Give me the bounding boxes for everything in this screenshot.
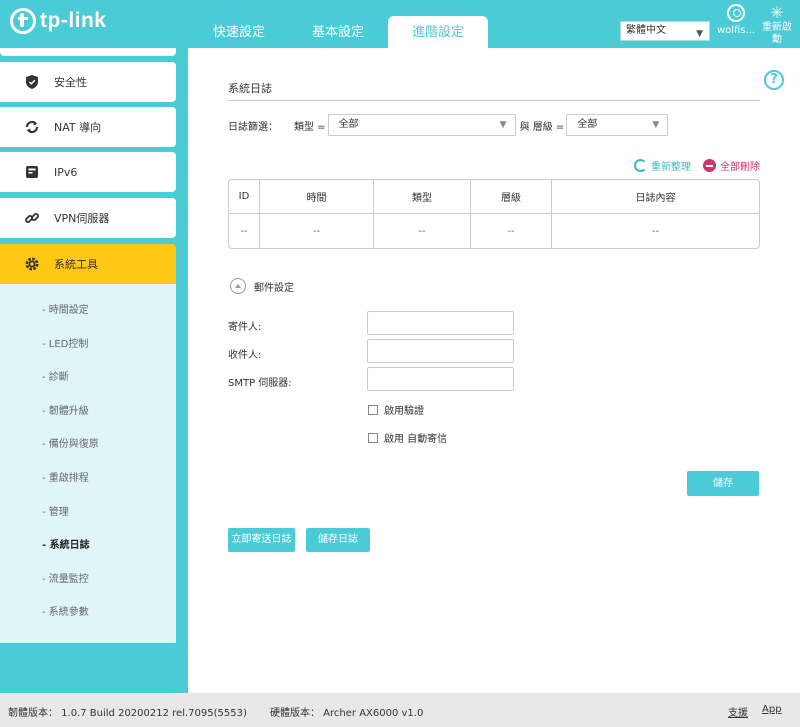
submenu-item-firmware[interactable]: - 韌體升級 (0, 395, 176, 429)
chevron-down-icon: ▼ (652, 120, 660, 130)
send-log-now-button[interactable]: 立即寄送日誌 (228, 528, 295, 552)
help-icon[interactable]: ? (764, 70, 784, 90)
smtp-server-input[interactable] (367, 367, 514, 391)
submenu-item-traffic[interactable]: - 流量監控 (0, 563, 176, 597)
from-input[interactable] (367, 311, 514, 335)
user-account[interactable]: wolfis... (716, 4, 756, 36)
chevron-down-icon: ▼ (499, 120, 507, 130)
submenu-item-admin[interactable]: - 管理 (0, 496, 176, 530)
tp-link-logo-icon (10, 8, 36, 34)
tp-link-logo[interactable]: tp-link (10, 8, 107, 34)
enable-auth-checkbox[interactable]: 啟用驗證 (368, 402, 424, 417)
submenu-item-reboot-schedule[interactable]: - 重啟排程 (0, 462, 176, 496)
shield-icon (24, 74, 40, 90)
main-tabs: 快速設定 基本設定 進階設定 (190, 16, 488, 48)
level-label: 與 層級 = (519, 121, 565, 133)
page-title: 系統日誌 (228, 82, 272, 95)
sidebar-item-system-tools[interactable]: 系統工具 (0, 244, 176, 284)
system-tools-submenu: - 時間設定 - LED控制 - 診斷 - 韌體升級 - 備份與復原 - 重啟排… (0, 284, 176, 643)
enable-auto-mail-checkbox[interactable]: 啟用 自動寄信 (368, 430, 447, 445)
log-actions: 重新整理 全部刪除 (622, 158, 760, 173)
tab-advanced[interactable]: 進階設定 (388, 16, 488, 48)
reboot-icon: ✳ (770, 3, 784, 22)
gear-icon (24, 256, 40, 272)
save-log-button[interactable]: 儲存日誌 (306, 528, 370, 552)
table-cell: -- (374, 214, 471, 248)
save-mail-button[interactable]: 儲存 (687, 471, 759, 496)
title-divider (228, 100, 760, 101)
user-icon (727, 4, 745, 22)
column-header-content: 日誌內容 (552, 180, 759, 214)
table-cell: -- (229, 214, 260, 248)
checkbox-box (368, 404, 378, 415)
sidebar-item-partial[interactable] (0, 48, 176, 56)
column-header-time: 時間 (260, 180, 374, 214)
submenu-item-backup[interactable]: - 備份與復原 (0, 428, 176, 462)
mail-settings-toggle[interactable]: 郵件設定 (230, 278, 294, 294)
firmware-version: 韌體版本： 1.0.7 Build 20200212 rel.7095(5553… (8, 708, 247, 719)
checkbox-box (368, 432, 378, 443)
table-row: -- -- -- -- -- (229, 214, 759, 248)
chevron-down-icon: ▼ (696, 29, 703, 39)
table-cell: -- (471, 214, 552, 248)
main-panel: ? 系統日誌 日誌篩選： 類型 = 全部 ▼ 與 層級 = 全部 ▼ 重新整理 … (188, 48, 800, 693)
log-table: ID 時間 類型 層級 日誌內容 -- -- -- -- -- (228, 179, 760, 249)
submenu-item-time[interactable]: - 時間設定 (0, 294, 176, 328)
table-header-row: ID 時間 類型 層級 日誌內容 (229, 180, 759, 214)
level-select[interactable]: 全部 ▼ (566, 114, 669, 136)
app-link[interactable]: App (762, 704, 782, 715)
sidebar-item-nat[interactable]: NAT 導向 (0, 107, 176, 147)
to-label: 收件人: (228, 350, 262, 361)
sidebar-item-ipv6[interactable]: IPv6 (0, 152, 176, 192)
smtp-label: SMTP 伺服器: (228, 378, 292, 389)
table-cell: -- (651, 225, 660, 237)
column-header-level: 層級 (471, 180, 552, 214)
tab-quick-setup[interactable]: 快速設定 (190, 16, 288, 48)
filter-label: 日誌篩選： (228, 121, 278, 133)
refresh-button[interactable]: 重新整理 (634, 158, 691, 173)
table-cell: -- (260, 214, 374, 248)
sidebar-item-security[interactable]: 安全性 (0, 62, 176, 102)
column-header-id: ID (229, 180, 260, 214)
from-label: 寄件人: (228, 322, 262, 333)
hardware-version: 硬體版本： Archer AX6000 v1.0 (270, 708, 424, 719)
log-filter: 日誌篩選： 類型 = 全部 ▼ 與 層級 = 全部 ▼ (228, 114, 669, 136)
support-link[interactable]: 支援 (728, 704, 748, 719)
ipv6-icon (24, 164, 40, 180)
submenu-item-system-log[interactable]: - 系統日誌 (0, 529, 176, 563)
reboot-button[interactable]: ✳ 重新啟動 (760, 4, 794, 46)
chevron-up-circle-icon (230, 278, 246, 294)
refresh-icon (634, 159, 647, 172)
to-input[interactable] (367, 339, 514, 363)
submenu-item-led[interactable]: - LED控制 (0, 328, 176, 362)
top-header: tp-link 快速設定 基本設定 進階設定 繁體中文 ▼ wolfis... … (0, 0, 800, 48)
language-select[interactable]: 繁體中文 ▼ (620, 21, 710, 41)
column-header-type: 類型 (374, 180, 471, 214)
delete-all-button[interactable]: 全部刪除 (703, 158, 760, 173)
type-select[interactable]: 全部 ▼ (327, 114, 516, 136)
submenu-item-diagnostics[interactable]: - 診斷 (0, 361, 176, 395)
footer: 韌體版本： 1.0.7 Build 20200212 rel.7095(5553… (0, 693, 800, 727)
nat-forwarding-icon (24, 119, 40, 135)
type-label: 類型 = (294, 121, 326, 133)
sidebar: 安全性 NAT 導向 IPv6 VPN伺服器 系統工具 - 時間設定 - LED… (0, 48, 188, 693)
tab-basic[interactable]: 基本設定 (288, 16, 388, 48)
minus-circle-icon (703, 159, 716, 172)
sidebar-item-vpn[interactable]: VPN伺服器 (0, 198, 176, 238)
vpn-link-icon (24, 210, 40, 226)
submenu-item-parameters[interactable]: - 系統參數 (0, 596, 176, 630)
